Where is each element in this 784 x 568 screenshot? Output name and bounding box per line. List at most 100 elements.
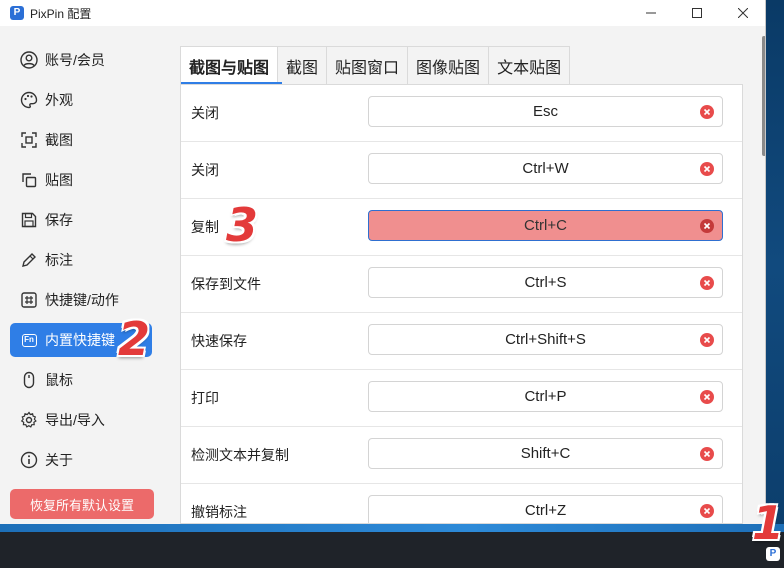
taskbar (0, 532, 784, 568)
shortcut-key-value: Esc (532, 103, 558, 120)
title-bar: P PixPin 配置 (0, 0, 765, 26)
sidebar-item-label: 截图 (45, 132, 73, 148)
shortcut-label: 关闭 (191, 162, 219, 178)
shortcut-label: 打印 (191, 390, 219, 406)
clear-shortcut-icon[interactable] (700, 219, 714, 233)
shortcut-label: 撤销标注 (191, 504, 247, 520)
step-number-1: 1 (752, 496, 784, 550)
sidebar-item-label: 关于 (45, 452, 73, 468)
shortcut-label: 保存到文件 (191, 276, 261, 292)
tab-pin-window[interactable]: 贴图窗口 (326, 46, 409, 84)
shortcut-key-field[interactable]: Shift+C (368, 438, 723, 469)
hash-icon (19, 290, 39, 310)
sidebar-item-export-import[interactable]: 导出/导入 (10, 403, 152, 437)
info-icon (19, 450, 39, 470)
sidebar-item-label: 内置快捷键 (45, 332, 115, 348)
shortcut-list: 关闭 Esc 关闭 Ctrl+W 复制 Ctrl+C 保存到文件 Ctrl+S (180, 84, 743, 524)
clear-shortcut-icon[interactable] (700, 276, 714, 290)
sidebar-item-label: 账号/会员 (45, 52, 105, 68)
shortcut-key-field[interactable]: Ctrl+P (368, 381, 723, 412)
tab-screenshot[interactable]: 截图 (277, 46, 328, 84)
clear-shortcut-icon[interactable] (700, 333, 714, 347)
sidebar-item-label: 外观 (45, 92, 73, 108)
shortcut-row: 打印 Ctrl+P (181, 370, 742, 427)
shortcut-key-field[interactable]: Ctrl+W (368, 153, 723, 184)
shortcut-key-field[interactable]: Ctrl+Z (368, 495, 723, 523)
window-title: PixPin 配置 (30, 6, 92, 21)
shortcut-label: 复制 (191, 219, 219, 235)
shortcut-key-value: Ctrl+C (524, 217, 567, 234)
sidebar-item-account[interactable]: 账号/会员 (10, 43, 152, 77)
shortcut-key-value: Shift+C (520, 445, 571, 462)
sidebar-item-label: 贴图 (45, 172, 73, 188)
tab-bar: 截图与贴图 截图 贴图窗口 图像贴图 文本贴图 (180, 46, 571, 84)
shortcut-row: 检测文本并复制 Shift+C (181, 427, 742, 484)
fn-badge: Fn (21, 333, 37, 347)
shortcut-row: 关闭 Ctrl+W (181, 142, 742, 199)
app-logo-icon: P (10, 6, 24, 20)
shortcut-key-value: Ctrl+Shift+S (505, 331, 586, 348)
gear-icon (19, 410, 39, 430)
step-number-3: 3 (226, 198, 259, 252)
user-circle-icon (19, 50, 39, 70)
palette-icon (19, 90, 39, 110)
scrollbar[interactable] (762, 26, 765, 524)
sidebar-item-label: 快捷键/动作 (45, 292, 119, 308)
clear-shortcut-icon[interactable] (700, 162, 714, 176)
reset-defaults-button[interactable]: 恢复所有默认设置 (10, 489, 154, 519)
sidebar-item-label: 标注 (45, 252, 73, 268)
shortcut-key-field[interactable]: Esc (368, 96, 723, 127)
tab-screenshot-and-pin[interactable]: 截图与贴图 (180, 46, 279, 84)
clear-shortcut-icon[interactable] (700, 447, 714, 461)
tab-image-pin[interactable]: 图像贴图 (407, 46, 490, 84)
sidebar-item-annotate[interactable]: 标注 (10, 243, 152, 277)
shortcut-key-value: Ctrl+S (524, 274, 567, 291)
shortcut-row: 撤销标注 Ctrl+Z (181, 484, 742, 523)
shortcut-row: 关闭 Esc (181, 85, 742, 142)
minimize-button[interactable] (628, 0, 674, 26)
sidebar: 账号/会员 外观 截图 贴图 保存 标注 快捷键/动作 Fn 内置快捷键 鼠标 … (0, 26, 155, 524)
scrollbar-thumb[interactable] (762, 36, 765, 156)
shortcut-row: 快速保存 Ctrl+Shift+S (181, 313, 742, 370)
pin-copy-icon (19, 170, 39, 190)
sidebar-item-label: 导出/导入 (45, 412, 105, 428)
fn-key-icon: Fn (19, 330, 39, 350)
shortcut-key-field[interactable]: Ctrl+Shift+S (368, 324, 723, 355)
sidebar-item-mouse[interactable]: 鼠标 (10, 363, 152, 397)
shortcut-label: 检测文本并复制 (191, 447, 289, 463)
desktop-strip (0, 524, 784, 532)
clear-shortcut-icon[interactable] (700, 390, 714, 404)
pencil-icon (19, 250, 39, 270)
step-number-2: 2 (118, 312, 151, 366)
shortcut-key-field[interactable]: Ctrl+S (368, 267, 723, 298)
desktop-background (766, 0, 784, 530)
sidebar-item-appearance[interactable]: 外观 (10, 83, 152, 117)
tab-text-pin[interactable]: 文本贴图 (488, 46, 571, 84)
shortcut-row: 保存到文件 Ctrl+S (181, 256, 742, 313)
shortcut-label: 快速保存 (191, 333, 247, 349)
minimize-icon (646, 12, 656, 14)
sidebar-item-screenshot[interactable]: 截图 (10, 123, 152, 157)
shortcut-key-field-selected[interactable]: Ctrl+C (368, 210, 723, 241)
maximize-button[interactable] (674, 0, 720, 26)
shortcut-key-value: Ctrl+W (522, 160, 569, 177)
close-button[interactable] (720, 0, 765, 26)
sidebar-item-label: 保存 (45, 212, 73, 228)
close-icon (738, 8, 748, 18)
clear-shortcut-icon[interactable] (700, 504, 714, 518)
save-icon (19, 210, 39, 230)
mouse-icon (19, 370, 39, 390)
sidebar-item-label: 鼠标 (45, 372, 73, 388)
settings-window: P PixPin 配置 账号/会员 外观 截图 贴图 保存 标注 快捷键/动作 … (0, 0, 766, 524)
sidebar-item-pin[interactable]: 贴图 (10, 163, 152, 197)
window-controls (628, 0, 765, 26)
sidebar-item-save[interactable]: 保存 (10, 203, 152, 237)
clear-shortcut-icon[interactable] (700, 105, 714, 119)
shortcut-row: 复制 Ctrl+C (181, 199, 742, 256)
shortcut-key-value: Ctrl+P (524, 388, 567, 405)
sidebar-item-about[interactable]: 关于 (10, 443, 152, 477)
shortcut-key-value: Ctrl+Z (524, 502, 567, 519)
screenshot-frame-icon (19, 130, 39, 150)
shortcut-label: 关闭 (191, 105, 219, 121)
maximize-icon (692, 8, 702, 18)
